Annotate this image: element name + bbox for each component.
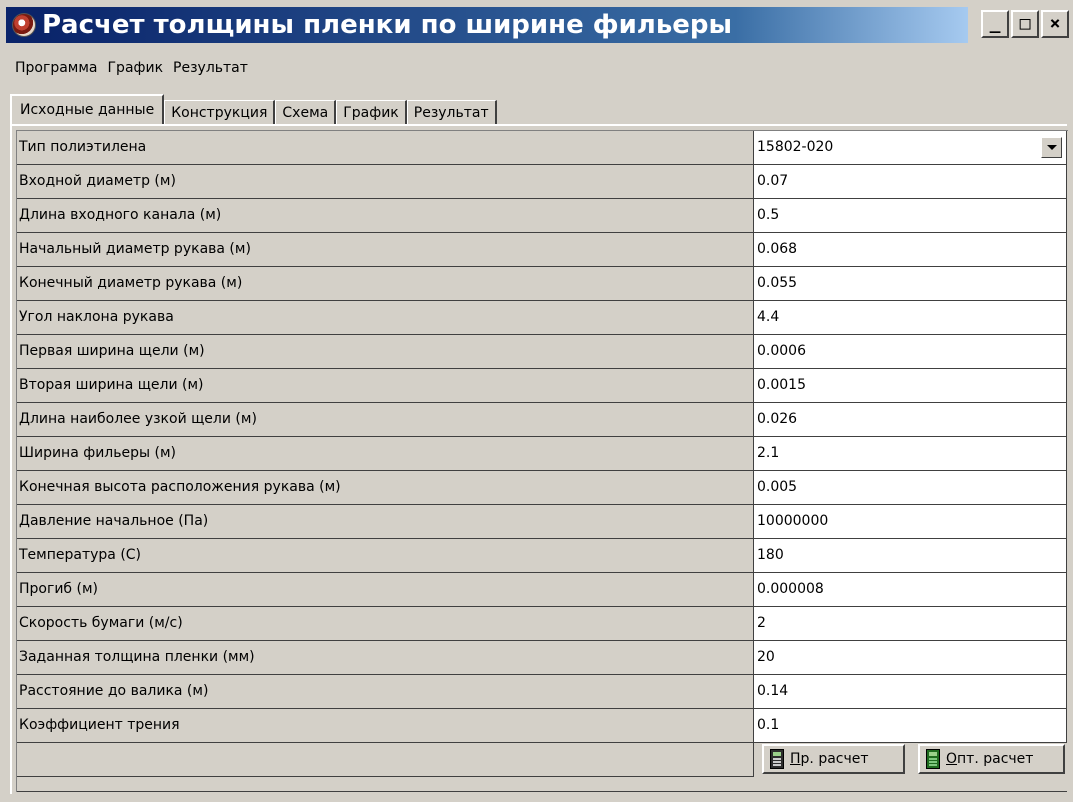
- param-value-input[interactable]: 0.14: [754, 675, 1067, 709]
- parameters-panel: Тип полиэтилена 15802-020 Входной диамет…: [10, 124, 1068, 794]
- param-row: Давление начальное (Па) 10000000: [17, 505, 1067, 539]
- dropdown-value: 15802-020: [757, 139, 834, 155]
- grid-bottom-divider: [17, 791, 1067, 792]
- calc-button-label: р. расчет: [800, 751, 869, 767]
- param-row: Прогиб (м) 0.000008: [17, 573, 1067, 607]
- title-bar: Расчет толщины пленки по ширине фильеры …: [0, 0, 1073, 50]
- param-row: Заданная толщина пленки (мм) 20: [17, 641, 1067, 675]
- calculator-green-icon: [926, 749, 940, 769]
- calc-button[interactable]: Пр. расчет: [762, 744, 905, 774]
- empty-label-cell: [17, 743, 754, 777]
- param-row: Коэффициент трения 0.1: [17, 709, 1067, 743]
- tab-input-data[interactable]: Исходные данные: [10, 94, 165, 124]
- param-value-input[interactable]: 0.068: [754, 233, 1067, 267]
- actions-cell: Пр. расчет Опт. расчет: [754, 743, 1067, 777]
- menu-item-result[interactable]: Результат: [172, 60, 249, 82]
- param-row: Расстояние до валика (м) 0.14: [17, 675, 1067, 709]
- param-value-input[interactable]: 2.1: [754, 437, 1067, 471]
- param-label: Прогиб (м): [17, 573, 754, 607]
- param-label: Скорость бумаги (м/с): [17, 607, 754, 641]
- maximize-button[interactable]: □: [1011, 10, 1039, 38]
- param-value-input[interactable]: 0.0015: [754, 369, 1067, 403]
- param-row: Входной диаметр (м) 0.07: [17, 165, 1067, 199]
- param-row: Первая ширина щели (м) 0.0006: [17, 335, 1067, 369]
- polyethylene-type-dropdown[interactable]: 15802-020: [754, 131, 1067, 165]
- param-row: Вторая ширина щели (м) 0.0015: [17, 369, 1067, 403]
- param-row: Длина наиболее узкой щели (м) 0.026: [17, 403, 1067, 437]
- param-label: Конечный диаметр рукава (м): [17, 267, 754, 301]
- param-label: Длина наиболее узкой щели (м): [17, 403, 754, 437]
- actions-row: Пр. расчет Опт. расчет: [17, 743, 1067, 777]
- menu-item-program[interactable]: Программа: [14, 60, 99, 82]
- opt-calc-button-label: пт. расчет: [957, 751, 1034, 767]
- param-value-input[interactable]: 20: [754, 641, 1067, 675]
- window-controls: _ □ ×: [981, 10, 1069, 38]
- param-row: Скорость бумаги (м/с) 2: [17, 607, 1067, 641]
- param-value-input[interactable]: 0.055: [754, 267, 1067, 301]
- param-row: Температура (C) 180: [17, 539, 1067, 573]
- param-value-input[interactable]: 180: [754, 539, 1067, 573]
- tab-result[interactable]: Результат: [406, 100, 497, 124]
- tab-scheme[interactable]: Схема: [275, 100, 337, 124]
- param-label: Входной диаметр (м): [17, 165, 754, 199]
- param-row: Начальный диаметр рукава (м) 0.068: [17, 233, 1067, 267]
- param-label: Вторая ширина щели (м): [17, 369, 754, 403]
- minimize-button[interactable]: _: [981, 10, 1009, 38]
- param-label: Конечная высота расположения рукава (м): [17, 471, 754, 505]
- param-label: Тип полиэтилена: [17, 131, 754, 165]
- param-value-input[interactable]: 0.000008: [754, 573, 1067, 607]
- param-label: Коэффициент трения: [17, 709, 754, 743]
- chevron-down-icon: [1046, 145, 1057, 150]
- menu-bar: Программа График Результат: [14, 60, 249, 82]
- param-value-input[interactable]: 4.4: [754, 301, 1067, 335]
- param-row: Конечный диаметр рукава (м) 0.055: [17, 267, 1067, 301]
- param-label: Первая ширина щели (м): [17, 335, 754, 369]
- param-row: Тип полиэтилена 15802-020: [17, 131, 1067, 165]
- param-value-input[interactable]: 0.005: [754, 471, 1067, 505]
- param-value-input[interactable]: 10000000: [754, 505, 1067, 539]
- param-row: Угол наклона рукава 4.4: [17, 301, 1067, 335]
- param-row: Длина входного канала (м) 0.5: [17, 199, 1067, 233]
- param-value-input[interactable]: 0.5: [754, 199, 1067, 233]
- close-button[interactable]: ×: [1041, 10, 1069, 38]
- param-label: Начальный диаметр рукава (м): [17, 233, 754, 267]
- param-value-input[interactable]: 0.026: [754, 403, 1067, 437]
- param-label: Ширина фильеры (м): [17, 437, 754, 471]
- window-title: Расчет толщины пленки по ширине фильеры: [38, 7, 968, 43]
- param-label: Температура (C): [17, 539, 754, 573]
- opt-calc-button-accel: О: [946, 751, 958, 767]
- parameters-grid: Тип полиэтилена 15802-020 Входной диамет…: [16, 130, 1068, 792]
- param-value-input[interactable]: 0.07: [754, 165, 1067, 199]
- menu-item-graph[interactable]: График: [107, 60, 165, 82]
- param-value-input[interactable]: 0.0006: [754, 335, 1067, 369]
- param-label: Заданная толщина пленки (мм): [17, 641, 754, 675]
- param-value-input[interactable]: 0.1: [754, 709, 1067, 743]
- tab-construction[interactable]: Конструкция: [164, 100, 276, 124]
- param-value-input[interactable]: 2: [754, 607, 1067, 641]
- tab-graph[interactable]: График: [336, 100, 407, 124]
- param-label: Длина входного канала (м): [17, 199, 754, 233]
- tab-strip: Исходные данные Конструкция Схема График…: [10, 94, 497, 124]
- param-label: Давление начальное (Па): [17, 505, 754, 539]
- calc-button-accel: П: [790, 751, 801, 767]
- param-label: Расстояние до валика (м): [17, 675, 754, 709]
- dropdown-arrow-button[interactable]: [1041, 137, 1062, 158]
- param-row: Конечная высота расположения рукава (м) …: [17, 471, 1067, 505]
- opt-calc-button[interactable]: Опт. расчет: [918, 744, 1065, 774]
- app-icon[interactable]: [12, 13, 36, 37]
- calculator-icon: [770, 749, 784, 769]
- param-row: Ширина фильеры (м) 2.1: [17, 437, 1067, 471]
- param-label: Угол наклона рукава: [17, 301, 754, 335]
